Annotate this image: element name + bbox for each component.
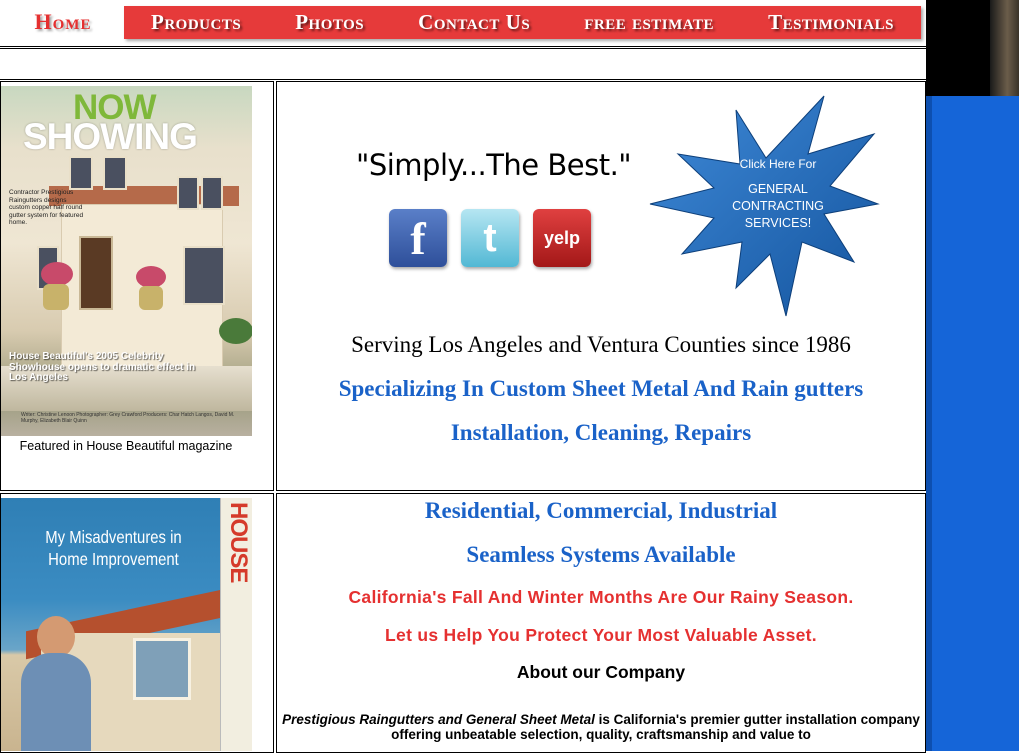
seamless-heading: Seamless Systems Available	[466, 542, 736, 567]
cover-plant	[136, 266, 166, 288]
side-header-photo	[990, 0, 1019, 96]
services-heading: Installation, Cleaning, Repairs	[450, 420, 752, 445]
side-background-edge	[926, 96, 932, 751]
twitter-icon[interactable]: t	[461, 209, 519, 267]
nav-photos-link[interactable]: Photos	[295, 10, 364, 35]
book-spine-text: RICHARD KARN HOUSE	[225, 502, 252, 583]
nav-free-estimate-link[interactable]: free estimate	[584, 10, 714, 35]
book-window	[133, 638, 191, 700]
about-heading: About our Company	[516, 662, 686, 682]
starburst-line-services: SERVICES!	[744, 216, 812, 230]
cover-window	[69, 156, 93, 190]
featured-label: Featured in House Beautiful magazine	[19, 439, 233, 453]
starburst-click-text[interactable]: Click Here For	[718, 157, 838, 171]
cover-pot	[43, 284, 69, 310]
book-person-head	[37, 616, 75, 658]
house-beautiful-cover[interactable]: NOW SHOWING Contractor Prestigious Raing…	[1, 86, 252, 436]
top-navigation: Home Products Photos Contact Us free est…	[0, 0, 926, 47]
cover-showing-text: SHOWING	[23, 116, 198, 157]
book-person	[21, 653, 91, 751]
cover-caption: House Beautiful's 2005 Celebrity Showhou…	[9, 351, 196, 383]
cover-window	[201, 176, 223, 210]
cover-note: Contractor Prestigious Raingutters desig…	[9, 189, 84, 226]
cover-pot	[139, 286, 163, 310]
cover-window	[177, 176, 199, 210]
nav-menu-bar: Products Photos Contact Us free estimate…	[124, 6, 921, 39]
sectors-heading: Residential, Commercial, Industrial	[424, 498, 778, 523]
about-paragraph: Prestigious Raingutters and General Shee…	[280, 712, 922, 742]
yelp-icon[interactable]: yelp	[533, 209, 591, 267]
nav-testimonials-link[interactable]: Testimonials	[768, 10, 894, 35]
cover-window	[183, 246, 225, 305]
side-background	[926, 96, 1019, 751]
nav-products-link[interactable]: Products	[151, 10, 241, 35]
cover-door	[79, 236, 113, 310]
starburst-line-contracting: CONTRACTING	[732, 199, 824, 213]
richard-karn-book-cover[interactable]: My Misadventures in Home Improvement RIC…	[1, 498, 252, 751]
cover-shrub	[219, 318, 252, 344]
nav-home-link[interactable]: Home	[14, 6, 112, 38]
cover-window	[103, 156, 127, 190]
nav-contact-link[interactable]: Contact Us	[418, 10, 530, 35]
cover-plant	[41, 262, 73, 286]
starburst-service-text[interactable]: GENERAL CONTRACTING SERVICES!	[718, 181, 838, 232]
rainy-season-text: California's Fall And Winter Months Are …	[348, 587, 854, 607]
service-area-text: Serving Los Angeles and Ventura Counties…	[351, 332, 851, 357]
book-title: My Misadventures in Home Improvement	[45, 527, 182, 569]
company-name: Prestigious Raingutters and General Shee…	[282, 712, 595, 727]
spacer-row	[0, 48, 926, 80]
cover-credits: Writer: Christine Lenoon Photographer: G…	[21, 412, 235, 424]
starburst-line-general: GENERAL	[748, 182, 808, 196]
tagline: "Simply...The Best."	[356, 148, 632, 182]
specializing-heading: Specializing In Custom Sheet Metal And R…	[338, 376, 864, 401]
facebook-icon[interactable]: f	[389, 209, 447, 267]
protect-asset-text: Let us Help You Protect Your Most Valuab…	[385, 625, 817, 645]
